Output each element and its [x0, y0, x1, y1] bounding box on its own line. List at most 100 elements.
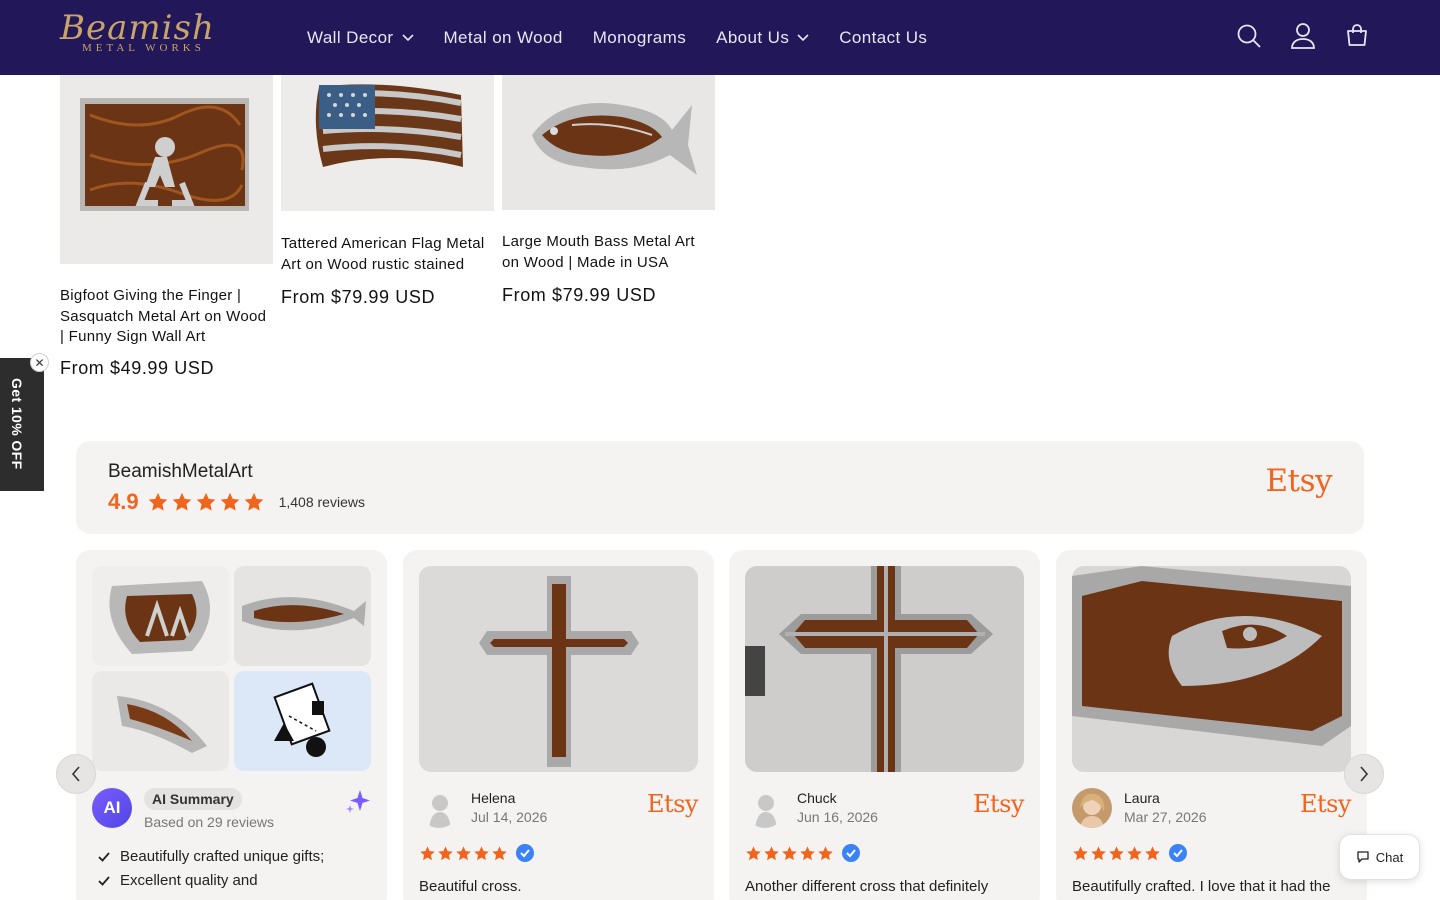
product-card[interactable]: Large Mouth Bass Metal Art on Wood | Mad…	[502, 75, 715, 306]
search-icon[interactable]	[1234, 18, 1264, 54]
verified-icon	[516, 844, 534, 862]
ai-summary-card: AI AI Summary Based on 29 reviews Beauti…	[76, 550, 387, 900]
ai-summary-point-text: Excellent quality and	[120, 872, 258, 889]
product-price: From $79.99 USD	[502, 285, 657, 305]
carousel-next-button[interactable]	[1344, 754, 1384, 794]
etsy-logo[interactable]: Etsy	[1300, 790, 1352, 818]
shop-name: BeamishMetalArt	[108, 461, 253, 482]
nav-wall-decor[interactable]: Wall Decor	[292, 18, 429, 58]
star-icon	[1145, 845, 1160, 860]
review-text: Another different cross that definitely	[745, 878, 989, 895]
review-photo[interactable]	[234, 671, 371, 771]
star-icon	[220, 492, 239, 511]
product-price: From $79.99 USD	[281, 287, 436, 307]
star-icon	[244, 492, 263, 511]
rating-row: 4.9 1,408 reviews	[108, 489, 365, 515]
product-card[interactable]: Tattered American Flag Metal Art on Wood…	[281, 75, 494, 308]
review-count[interactable]: 1,408 reviews	[279, 494, 365, 510]
review-card[interactable]: Laura Mar 27, 2026 Etsy Beautifully craf…	[1056, 550, 1367, 900]
ai-summary-point: Excellent quality and	[98, 872, 324, 889]
sparkle-icon	[346, 790, 370, 813]
review-photo[interactable]	[234, 566, 371, 666]
nav-about-us[interactable]: About Us	[701, 18, 824, 58]
star-icon	[196, 492, 215, 511]
review-date: Jun 16, 2026	[797, 809, 878, 825]
chevron-right-icon	[1360, 766, 1369, 782]
reviewer-name: Helena	[471, 790, 516, 806]
star-icon	[438, 845, 453, 860]
star-rating	[1072, 843, 1188, 863]
star-rating	[419, 843, 535, 863]
account-icon[interactable]	[1288, 18, 1318, 54]
product-image[interactable]	[281, 75, 494, 211]
nav-metal-on-wood[interactable]: Metal on Wood	[429, 18, 578, 58]
ai-badge: AI	[92, 788, 132, 828]
star-icon	[1073, 845, 1088, 860]
nav-monograms[interactable]: Monograms	[578, 18, 701, 58]
avatar	[419, 788, 459, 828]
ai-summary-label: AI Summary	[144, 788, 242, 810]
reviewer-name: Chuck	[797, 790, 837, 806]
product-title[interactable]: Tattered American Flag Metal Art on Wood…	[281, 234, 494, 275]
star-icon	[782, 845, 797, 860]
etsy-logo[interactable]: Etsy	[973, 790, 1025, 818]
star-icon	[800, 845, 815, 860]
review-card[interactable]: Chuck Jun 16, 2026 Etsy Another differen…	[729, 550, 1040, 900]
close-icon[interactable]: ✕	[30, 353, 49, 372]
chevron-down-icon	[401, 33, 414, 41]
star-icon	[1109, 845, 1124, 860]
review-photo[interactable]	[419, 566, 698, 772]
avatar	[745, 788, 785, 828]
ai-summary-point-text: Beautifully crafted unique gifts;	[120, 848, 325, 865]
product-card[interactable]: Bigfoot Giving the Finger | Sasquatch Me…	[60, 75, 273, 379]
chevron-left-icon	[71, 766, 80, 782]
ai-based-on: Based on 29 reviews	[144, 814, 274, 830]
star-icon	[172, 492, 191, 511]
rating-value: 4.9	[108, 489, 139, 514]
product-image[interactable]	[502, 75, 715, 210]
reviewer-name: Laura	[1124, 790, 1160, 806]
review-photo[interactable]	[745, 566, 1024, 772]
product-title[interactable]: Large Mouth Bass Metal Art on Wood | Mad…	[502, 232, 715, 273]
star-icon	[474, 845, 489, 860]
nav-wall-decor-label: Wall Decor	[307, 27, 394, 47]
review-photo[interactable]	[92, 566, 229, 666]
chat-label: Chat	[1375, 849, 1404, 865]
logo-subtitle: METAL WORKS	[82, 42, 205, 54]
ai-summary-point: Beautifully crafted unique gifts;	[98, 848, 324, 865]
etsy-logo[interactable]: Etsy	[647, 790, 699, 818]
star-icon	[1091, 845, 1106, 860]
star-icon	[764, 845, 779, 860]
etsy-logo[interactable]: Etsy	[1265, 463, 1332, 499]
site-header: Beamish METAL WORKS Wall Decor Metal on …	[0, 0, 1440, 75]
chevron-down-icon	[797, 33, 809, 41]
avatar	[1072, 788, 1112, 828]
review-date: Jul 14, 2026	[471, 809, 548, 825]
check-icon	[98, 875, 110, 886]
nav-metal-on-wood-label: Metal on Wood	[443, 27, 563, 47]
review-photo[interactable]	[1072, 566, 1351, 772]
product-title[interactable]: Bigfoot Giving the Finger | Sasquatch Me…	[60, 286, 273, 348]
star-icon	[818, 845, 833, 860]
verified-icon	[1169, 844, 1187, 862]
star-rating	[745, 843, 861, 863]
cart-icon[interactable]	[1342, 18, 1372, 54]
discount-tab[interactable]: Get 10% OFF	[0, 358, 44, 491]
carousel-prev-button[interactable]	[56, 754, 96, 794]
star-icon	[492, 845, 507, 860]
brand-logo[interactable]: Beamish METAL WORKS	[60, 8, 214, 56]
chat-button[interactable]: Chat	[1339, 834, 1420, 880]
review-date: Mar 27, 2026	[1124, 809, 1207, 825]
review-photo[interactable]	[92, 671, 229, 771]
nav-contact-us[interactable]: Contact Us	[824, 18, 942, 58]
star-rating	[147, 491, 265, 513]
star-icon	[420, 845, 435, 860]
product-image[interactable]	[60, 75, 273, 264]
header-actions	[1234, 18, 1372, 54]
nav-about-us-label: About Us	[716, 27, 790, 47]
review-card[interactable]: Helena Jul 14, 2026 Etsy Beautiful cross…	[403, 550, 714, 900]
star-icon	[1127, 845, 1142, 860]
chat-icon	[1357, 851, 1369, 863]
product-price: From $49.99 USD	[60, 357, 215, 378]
main-nav: Wall Decor Metal on Wood Monograms About…	[292, 0, 942, 75]
